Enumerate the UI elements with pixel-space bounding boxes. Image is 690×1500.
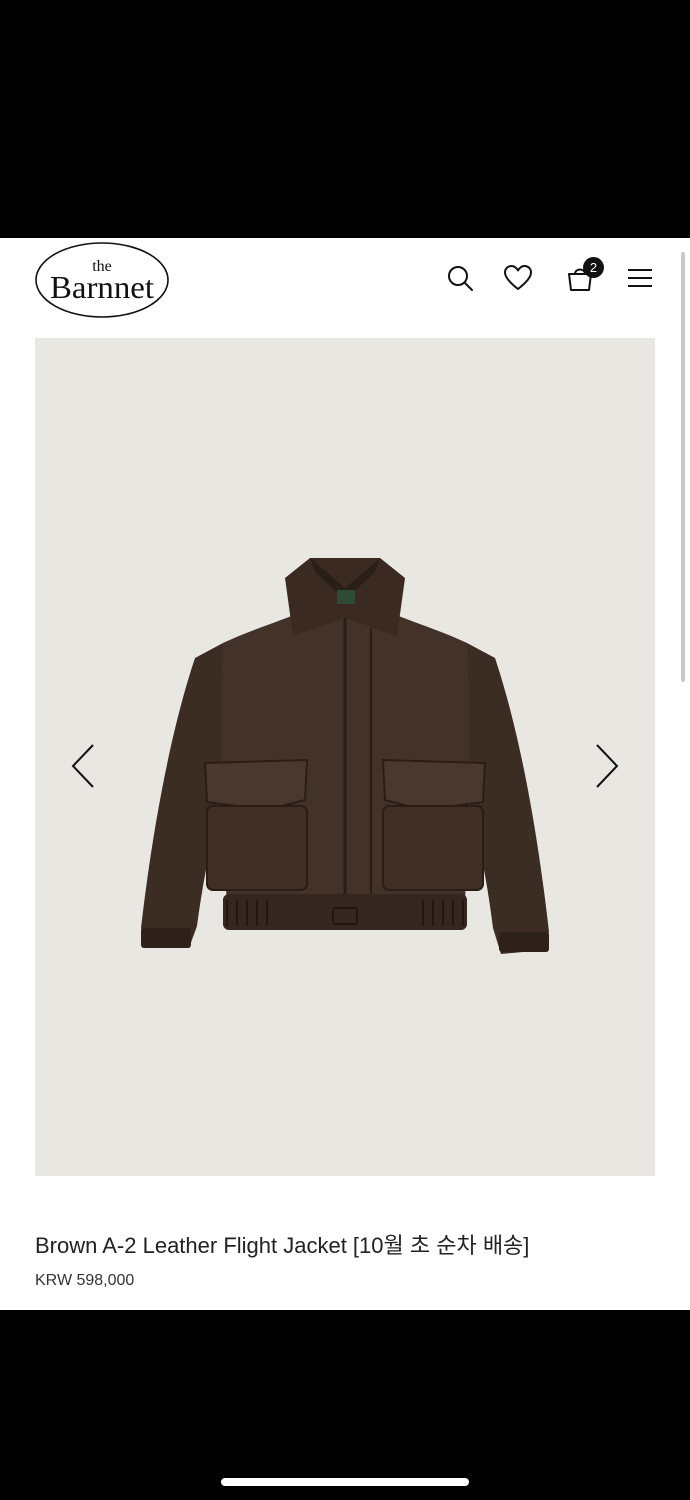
product-image [35, 338, 655, 1176]
jacket-image [141, 558, 549, 954]
phone-screen: the Barnnet 2 Brown A-2 Leather Flight J… [0, 0, 690, 1500]
carousel-next-button[interactable] [587, 738, 627, 794]
search-icon [448, 266, 473, 291]
chevron-right-icon [596, 744, 619, 788]
cart-count-badge: 2 [583, 257, 604, 278]
scrollbar[interactable] [681, 252, 685, 682]
carousel-prev-button[interactable] [63, 738, 103, 794]
brand-logo[interactable]: the Barnnet [34, 240, 170, 320]
heart-icon [504, 265, 532, 290]
menu-icon [628, 269, 652, 287]
home-indicator[interactable] [221, 1478, 469, 1486]
product-page: the Barnnet 2 Brown A-2 Leather Flight J… [0, 238, 690, 1310]
chevron-left-icon [71, 744, 94, 788]
product-title: Brown A-2 Leather Flight Jacket [10월 초 순… [35, 1233, 530, 1258]
product-price: KRW 598,000 [35, 1272, 135, 1289]
menu-button[interactable] [622, 260, 658, 296]
logo-main-text: Barnnet [50, 269, 154, 305]
brand-logo-mark: the Barnnet [35, 242, 169, 318]
wishlist-button[interactable] [500, 260, 536, 296]
search-button[interactable] [442, 260, 478, 296]
